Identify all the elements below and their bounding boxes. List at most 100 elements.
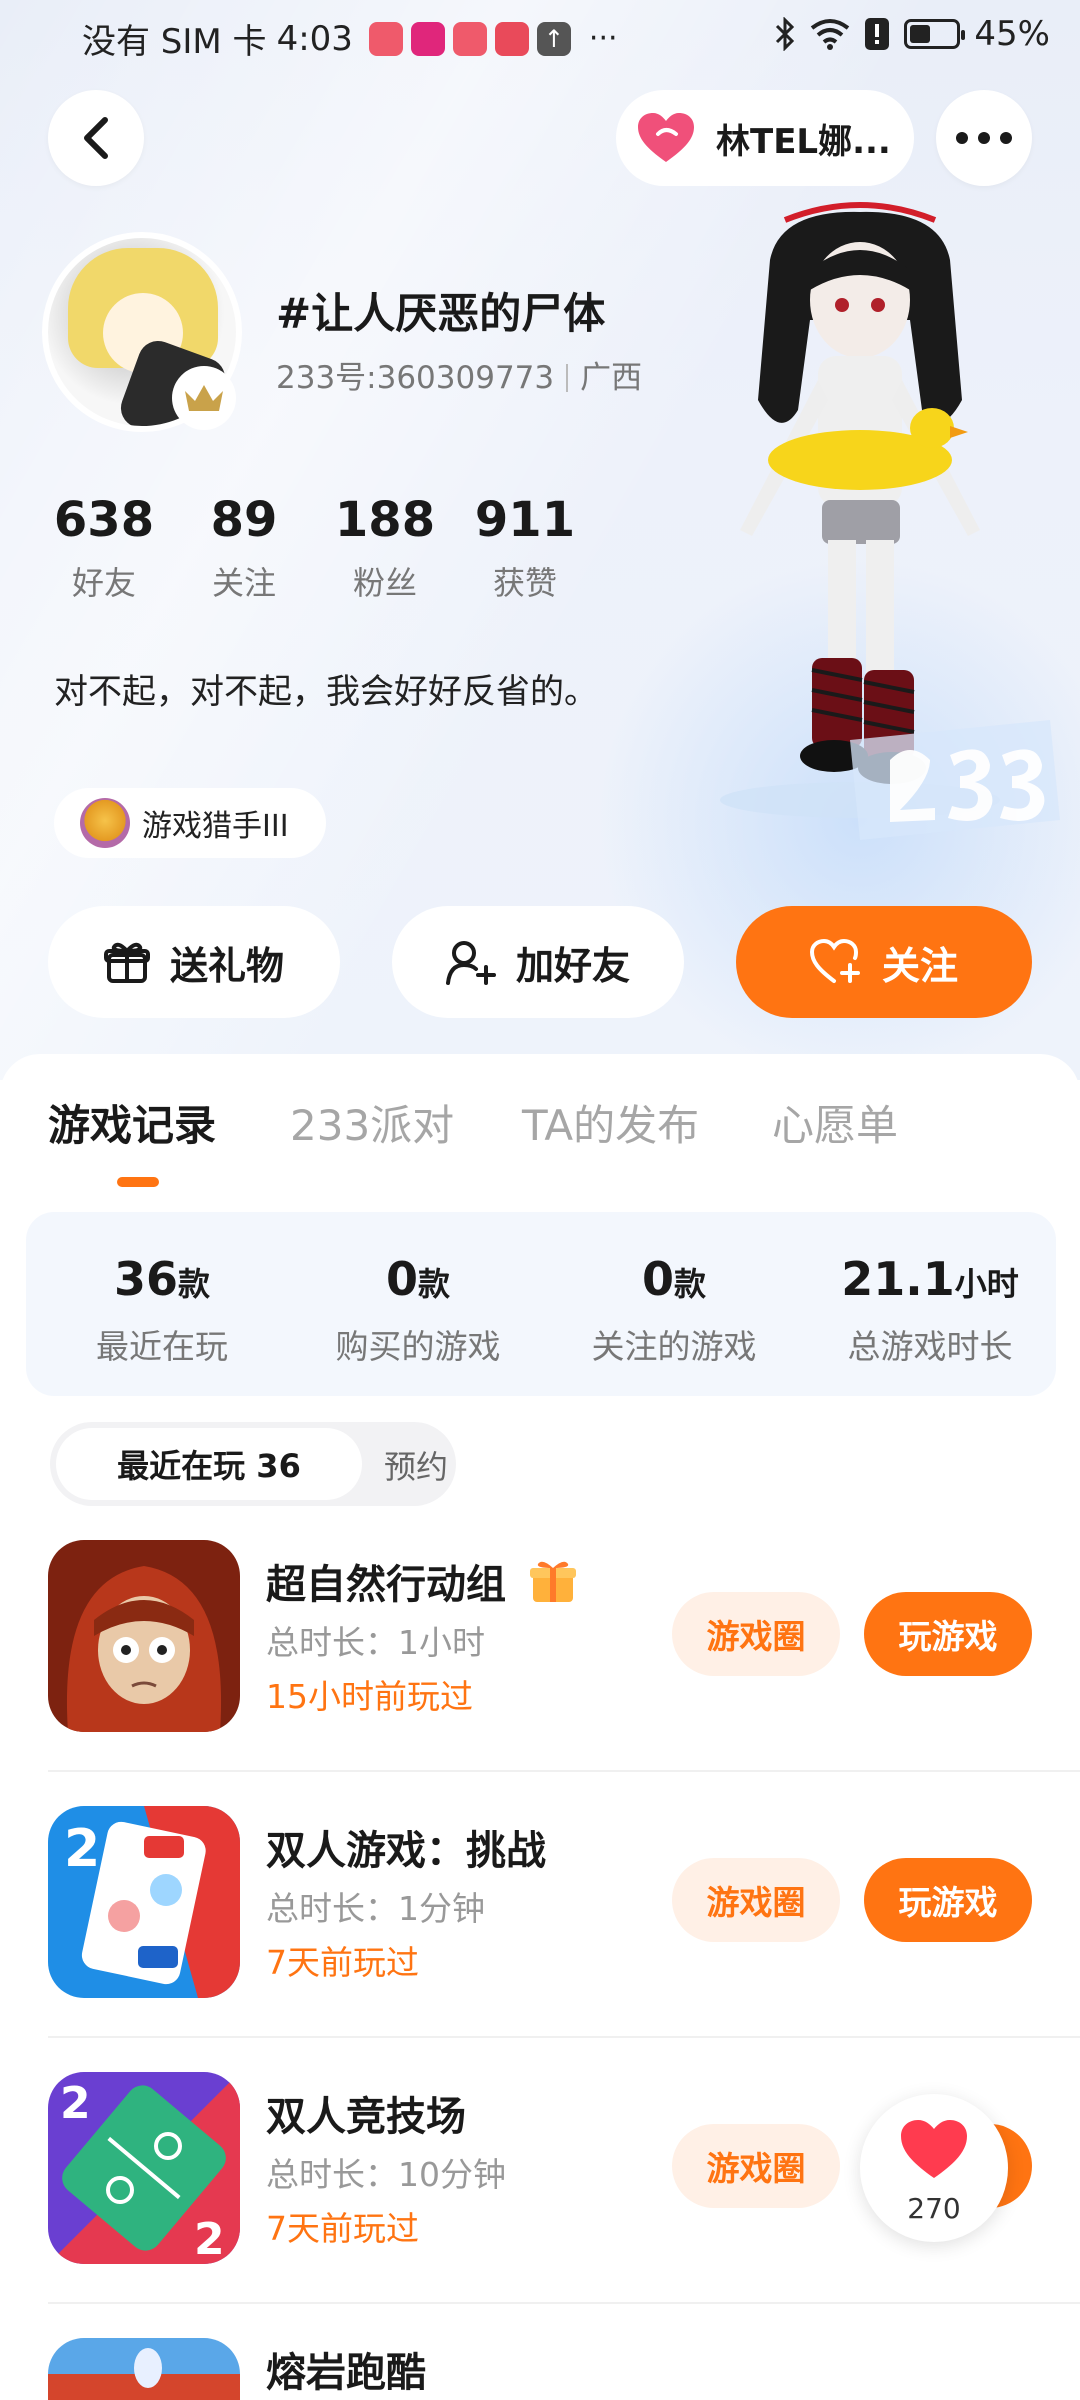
gift-icon	[103, 942, 150, 983]
bio-text: 对不起，对不起，我会好好反省的。	[54, 672, 598, 712]
tab-posts[interactable]: TA的发布	[522, 1092, 699, 1153]
game-name: 熔岩跑酷	[266, 2350, 426, 2396]
summary-value: 21.1	[841, 1252, 955, 1306]
game-icon[interactable]: 2	[48, 1806, 240, 1998]
game-last-played: 15小时前玩过	[266, 1677, 473, 1716]
user-id-line: 233号:360309773 广西	[276, 352, 642, 397]
summary-label: 最近在玩	[96, 1327, 228, 1366]
summary-value: 0	[385, 1252, 418, 1306]
summary-total-time[interactable]: 21.1小时 总游戏时长	[810, 1252, 1050, 1368]
divider	[48, 2036, 1080, 2038]
game-name: 超自然行动组	[266, 1552, 578, 1610]
game-circle-button[interactable]: 游戏圈	[672, 1858, 840, 1942]
play-game-button[interactable]: 玩游戏	[864, 1858, 1032, 1942]
notification-app-icon	[494, 21, 529, 56]
more-options-button[interactable]	[936, 90, 1032, 186]
region: 广西	[580, 360, 643, 396]
follow-button[interactable]: 关注	[736, 906, 1032, 1018]
play-game-button[interactable]: 玩游戏	[864, 1592, 1032, 1676]
stat-value: 911	[474, 492, 576, 548]
game-icon[interactable]	[48, 2338, 240, 2400]
medal-icon	[80, 798, 130, 848]
profile-tabs: 游戏记录 233派对 TA的发布 心愿单	[0, 1092, 1080, 1172]
summary-unit: 款	[674, 1265, 707, 1303]
summary-value: 0	[641, 1252, 674, 1306]
stat-label: 关注	[211, 564, 276, 602]
wifi-icon	[811, 19, 850, 50]
svg-text:2: 2	[194, 2214, 225, 2264]
send-gift-button[interactable]: 送礼物	[48, 906, 340, 1018]
stat-following[interactable]: 89 关注	[174, 492, 314, 604]
game-duration: 总时长：10分钟	[266, 2155, 506, 2194]
back-button[interactable]	[48, 90, 144, 186]
summary-value: 36	[113, 1252, 178, 1306]
segment-reserve[interactable]: 预约	[384, 1442, 448, 1488]
gift-box-icon	[529, 1561, 576, 1602]
game-circle-button[interactable]: 游戏圈	[672, 2124, 840, 2208]
carrier-text: 没有 SIM 卡	[82, 22, 267, 62]
battery-fill	[910, 25, 931, 43]
stat-label: 好友	[71, 564, 136, 602]
game-row[interactable]: 2 双人游戏：挑战 总时长：1分钟 7天前玩过 游戏圈 玩游戏	[0, 1806, 1080, 2072]
add-user-icon	[445, 941, 496, 985]
crown-icon	[185, 385, 223, 411]
game-row[interactable]: 熔岩跑酷	[0, 2338, 1080, 2400]
divider	[48, 1770, 1080, 1772]
recent-reserve-toggle: 最近在玩 36 预约	[50, 1422, 456, 1506]
game-duration: 总时长：1小时	[266, 1623, 485, 1662]
game-last-played: 7天前玩过	[266, 1943, 419, 1982]
user-id[interactable]: 233号:360309773	[276, 360, 554, 396]
tab-wishlist[interactable]: 心愿单	[772, 1092, 898, 1153]
game-icon[interactable]	[48, 1540, 240, 1732]
summary-label: 关注的游戏	[591, 1327, 757, 1366]
active-tab-indicator	[117, 1177, 159, 1187]
medal-badge[interactable]: 游戏猎手III	[54, 788, 326, 858]
summary-followed[interactable]: 0款 关注的游戏	[554, 1252, 794, 1368]
game-duration: 总时长：1分钟	[266, 1889, 485, 1928]
platform-233-logo	[850, 720, 1060, 840]
follow-label: 关注	[881, 943, 958, 988]
add-friend-button[interactable]: 加好友	[392, 906, 684, 1018]
friend-name: 林TEL娜...	[716, 121, 891, 162]
add-friend-label: 加好友	[515, 943, 630, 988]
tab-233-party[interactable]: 233派对	[290, 1092, 454, 1153]
summary-recent[interactable]: 36款 最近在玩	[42, 1252, 282, 1368]
alert-icon	[865, 18, 890, 50]
crown-badge	[172, 366, 236, 430]
friend-pill[interactable]: 林TEL娜...	[616, 90, 914, 186]
stat-value: 89	[210, 492, 278, 548]
notification-app-icon	[410, 21, 445, 56]
divider	[48, 2302, 1080, 2304]
heart-icon	[638, 113, 694, 162]
game-icon-art	[48, 2338, 240, 2400]
game-last-played: 7天前玩过	[266, 2209, 419, 2248]
summary-unit: 款	[418, 1265, 451, 1303]
svg-text:2: 2	[60, 2078, 91, 2129]
stat-label: 获赞	[492, 564, 557, 602]
summary-label: 购买的游戏	[335, 1327, 501, 1366]
more-horizontal-icon	[956, 132, 1012, 144]
summary-purchased[interactable]: 0款 购买的游戏	[298, 1252, 538, 1368]
game-row[interactable]: 超自然行动组 总时长：1小时 15小时前玩过 游戏圈 玩游戏	[0, 1540, 1080, 1806]
stat-likes[interactable]: 911 获赞	[455, 492, 595, 604]
stat-value: 638	[53, 492, 155, 548]
game-icon[interactable]: 2 2	[48, 2072, 240, 2264]
heart-plus-icon	[809, 939, 860, 983]
heart-icon	[901, 2120, 967, 2178]
summary-unit: 款	[178, 1265, 211, 1303]
game-name: 双人游戏：挑战	[266, 1828, 546, 1874]
stat-friends[interactable]: 638 好友	[34, 492, 174, 604]
more-notifications-icon: ···	[588, 21, 618, 56]
send-gift-label: 送礼物	[169, 943, 284, 988]
battery-icon	[904, 19, 966, 49]
status-bar: 没有 SIM 卡 4:03 ↑ ··· 45%	[0, 0, 1080, 74]
segment-recent[interactable]: 最近在玩 36	[56, 1428, 362, 1500]
chevron-left-icon	[84, 117, 108, 159]
stat-value: 188	[334, 492, 436, 548]
tab-game-records[interactable]: 游戏记录	[48, 1092, 216, 1153]
clock: 4:03	[276, 18, 353, 59]
like-float-button[interactable]: 270	[860, 2094, 1008, 2242]
stat-fans[interactable]: 188 粉丝	[315, 492, 455, 604]
game-circle-button[interactable]: 游戏圈	[672, 1592, 840, 1676]
upload-icon: ↑	[536, 21, 571, 56]
